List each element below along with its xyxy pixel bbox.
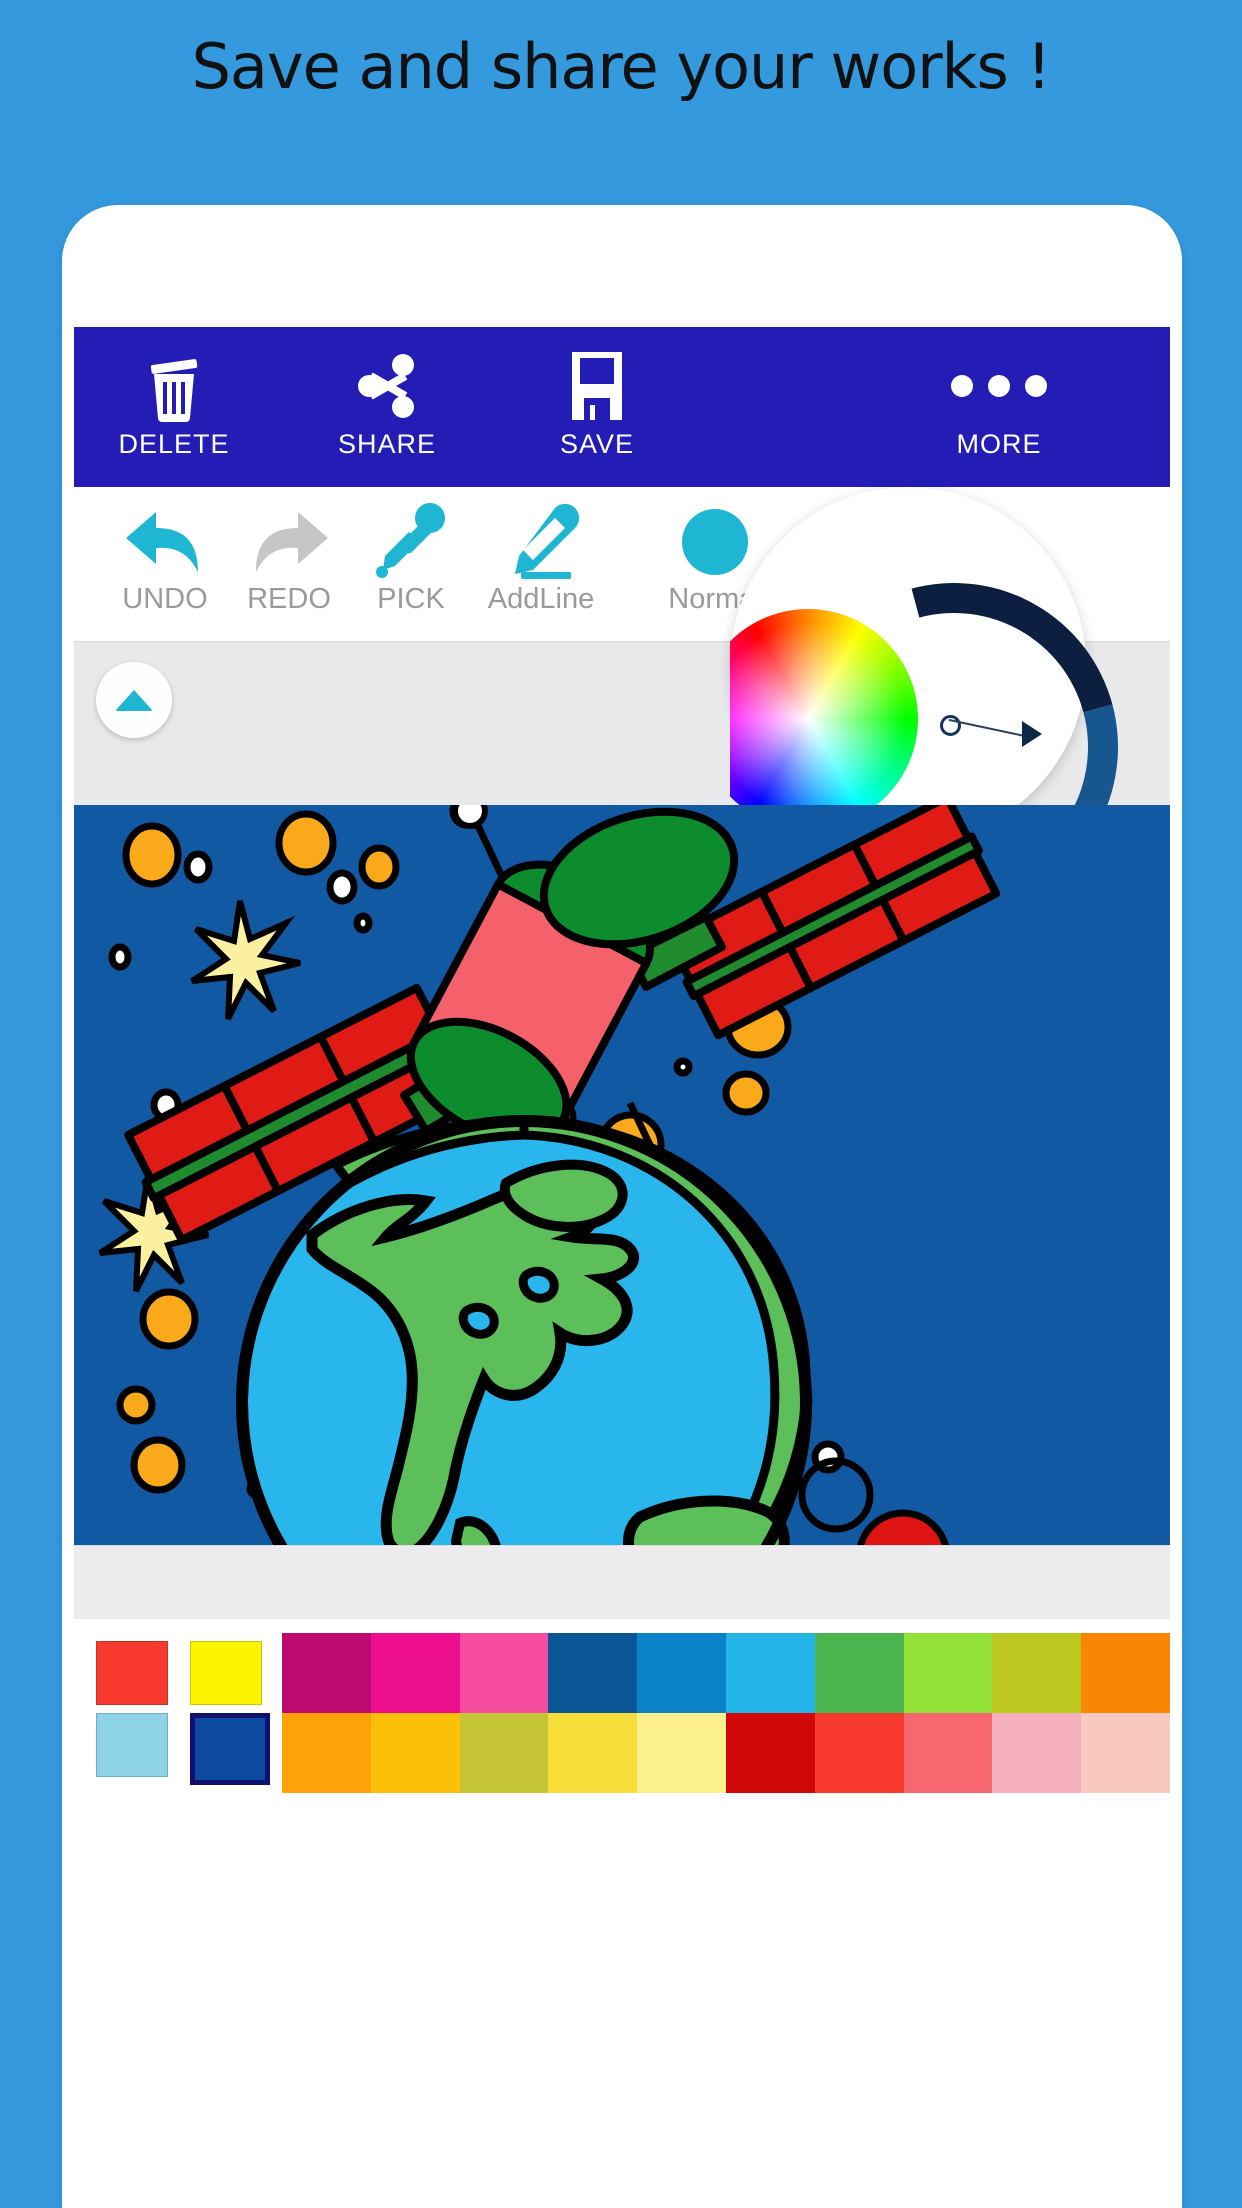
phone-mockup: DELETE SHARE SAVE MORE UNDO REDO PICK Ad… [62,205,1182,2208]
delete-button-label: DELETE [118,429,230,459]
ring-pointer-icon[interactable] [1022,721,1042,747]
palette-swatch-1-5[interactable] [725,1713,815,1793]
more-dots-icon [904,347,1094,425]
caret-up-icon [115,689,153,711]
palette-swatch-0-6[interactable] [814,1633,904,1713]
share-button-label: SHARE [337,429,437,459]
save-button-label: SAVE [559,429,635,459]
more-button[interactable]: MORE [904,347,1094,460]
wheel-marker-icon[interactable] [940,715,961,736]
canvas-artwork [74,805,1170,1545]
palette-row-0 [282,1633,1170,1713]
palette-swatch-0-9[interactable] [1081,1633,1170,1713]
palette-grid [282,1633,1170,1793]
current-swatch-0[interactable] [96,1641,168,1705]
share-button[interactable]: SHARE [292,347,482,460]
palette-swatch-0-2[interactable] [459,1633,549,1713]
palette-row-1 [282,1713,1170,1793]
drawing-canvas[interactable] [74,805,1170,1545]
palette-swatch-0-8[interactable] [992,1633,1082,1713]
color-picker-clip [730,487,1170,807]
palette-swatch-0-3[interactable] [548,1633,638,1713]
top-action-bar: DELETE SHARE SAVE MORE [74,327,1170,487]
palette-swatch-1-6[interactable] [814,1713,904,1793]
palette-swatch-1-4[interactable] [637,1713,726,1793]
page-title: Save and share your works ! [191,30,1052,103]
canvas-bottom-strip [74,1545,1170,1620]
palette-swatch-1-8[interactable] [992,1713,1082,1793]
palette-swatch-1-0[interactable] [282,1713,371,1793]
app-screen: DELETE SHARE SAVE MORE UNDO REDO PICK Ad… [62,205,1182,2208]
current-swatch-3-selected[interactable] [190,1713,270,1785]
more-button-label: MORE [956,429,1042,459]
expand-panel-button[interactable] [96,662,172,738]
pencil-icon [446,499,636,585]
share-icon [292,347,482,425]
palette-divider [74,1619,1170,1633]
color-palette [74,1633,1170,1793]
current-color-swatches [74,1633,282,1793]
palette-swatch-1-9[interactable] [1081,1713,1170,1793]
current-color-row-1 [74,1641,282,1705]
delete-button[interactable]: DELETE [79,347,269,460]
palette-swatch-0-7[interactable] [903,1633,993,1713]
palette-swatch-1-1[interactable] [370,1713,460,1793]
save-button[interactable]: SAVE [502,347,692,460]
current-swatch-2[interactable] [96,1713,168,1777]
palette-swatch-0-1[interactable] [370,1633,460,1713]
add-line-button-label: AddLine [487,583,595,615]
floppy-disk-icon [502,347,692,425]
palette-swatch-1-3[interactable] [548,1713,638,1793]
current-color-row-2 [74,1713,282,1785]
palette-swatch-0-0[interactable] [282,1633,371,1713]
palette-swatch-0-5[interactable] [725,1633,815,1713]
palette-swatch-1-2[interactable] [459,1713,549,1793]
trash-icon [79,347,269,425]
add-line-button[interactable]: AddLine [446,499,636,616]
palette-swatch-0-4[interactable] [637,1633,726,1713]
current-swatch-1[interactable] [190,1641,262,1705]
palette-swatch-1-7[interactable] [903,1713,993,1793]
